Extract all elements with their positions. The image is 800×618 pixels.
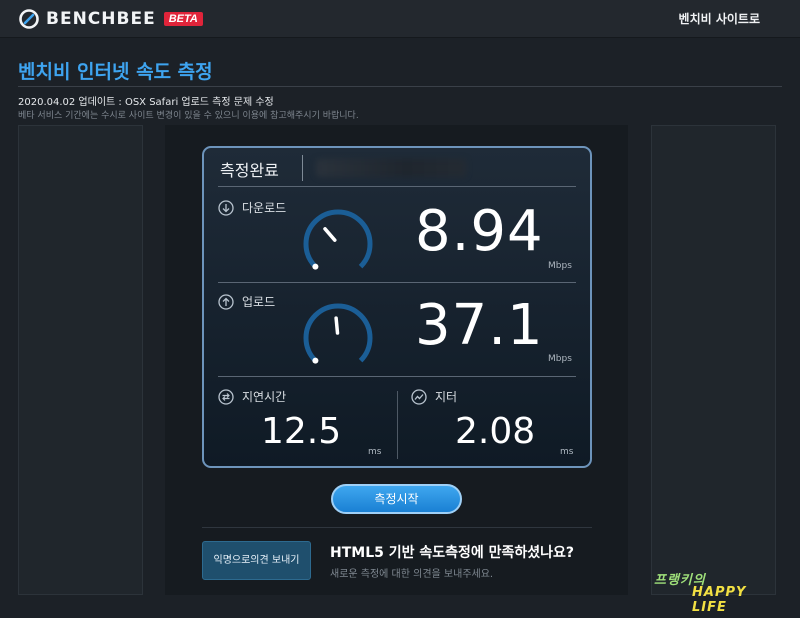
jitter-header: 지터 bbox=[411, 388, 457, 405]
jitter-unit: ms bbox=[560, 447, 574, 457]
latency-header: 지연시간 bbox=[218, 388, 286, 405]
page-title: 벤치비 인터넷 속도 측정 bbox=[18, 61, 213, 83]
download-header: 다운로드 bbox=[218, 199, 286, 216]
upload-label: 업로드 bbox=[242, 295, 276, 309]
upload-speed: 37.1 bbox=[415, 293, 544, 358]
feedback-question: HTML5 기반 속도측정에 만족하셨나요? bbox=[330, 545, 575, 561]
latency-label: 지연시간 bbox=[242, 390, 287, 404]
feedback-area: 익명으로의견 보내기 HTML5 기반 속도측정에 만족하셨나요? 새로운 측정… bbox=[165, 528, 628, 595]
watermark-line2: HAPPY LIFE bbox=[692, 585, 747, 615]
jitter-label: 지터 bbox=[435, 390, 458, 404]
anonymous-feedback-button[interactable]: 익명으로의견 보내기 bbox=[202, 541, 311, 580]
status-label: 측정완료 bbox=[220, 161, 279, 180]
download-speed: 8.94 bbox=[415, 199, 544, 264]
download-icon bbox=[218, 199, 234, 216]
benchbee-logo[interactable]: BENCHBEE BETA bbox=[18, 7, 203, 31]
download-label: 다운로드 bbox=[242, 201, 287, 215]
divider-line bbox=[218, 186, 576, 187]
download-gauge bbox=[303, 209, 373, 270]
latency-icon bbox=[218, 388, 234, 405]
upload-unit: Mbps bbox=[548, 354, 572, 364]
top-bar: BENCHBEE BETA 벤치비 사이트로 bbox=[0, 0, 800, 38]
start-test-button[interactable]: 측정시작 bbox=[331, 484, 462, 514]
result-card: 측정완료 다운로드 8.94 Mbps 업로드 37.1 Mbps 지연시간 1… bbox=[202, 146, 592, 468]
update-note: 2020.04.02 업데이트 : OSX Safari 업로드 측정 문제 수… bbox=[18, 97, 274, 108]
jitter-icon bbox=[411, 388, 427, 405]
left-side-panel bbox=[18, 125, 143, 595]
divider-line bbox=[218, 282, 576, 283]
jitter-value: 2.08 bbox=[455, 411, 536, 452]
blurred-server-info bbox=[316, 159, 466, 177]
logo-text: BENCHBEE bbox=[46, 9, 156, 29]
upload-header: 업로드 bbox=[218, 293, 275, 310]
divider-line bbox=[218, 376, 576, 377]
beta-badge: BETA bbox=[163, 12, 203, 26]
blog-watermark: 프랭키의 HAPPY LIFE bbox=[652, 569, 777, 615]
latency-unit: ms bbox=[368, 447, 382, 457]
latency-value: 12.5 bbox=[261, 411, 342, 452]
benchbee-site-link[interactable]: 벤치비 사이트로 bbox=[679, 10, 760, 27]
download-unit: Mbps bbox=[548, 261, 572, 271]
feedback-subtext: 새로운 측정에 대한 의견을 보내주세요. bbox=[330, 569, 494, 580]
upload-icon bbox=[218, 293, 234, 310]
right-side-panel bbox=[651, 125, 776, 595]
metric-divider bbox=[397, 391, 398, 459]
upload-gauge bbox=[303, 303, 373, 364]
status-divider bbox=[302, 155, 303, 181]
benchbee-logo-icon bbox=[19, 9, 39, 29]
beta-notice: 베타 서비스 기간에는 수시로 사이트 변경이 있을 수 있으니 이용에 참고해… bbox=[18, 111, 359, 121]
title-divider bbox=[18, 86, 782, 87]
speedtest-panel: 측정완료 다운로드 8.94 Mbps 업로드 37.1 Mbps 지연시간 1… bbox=[165, 125, 628, 595]
